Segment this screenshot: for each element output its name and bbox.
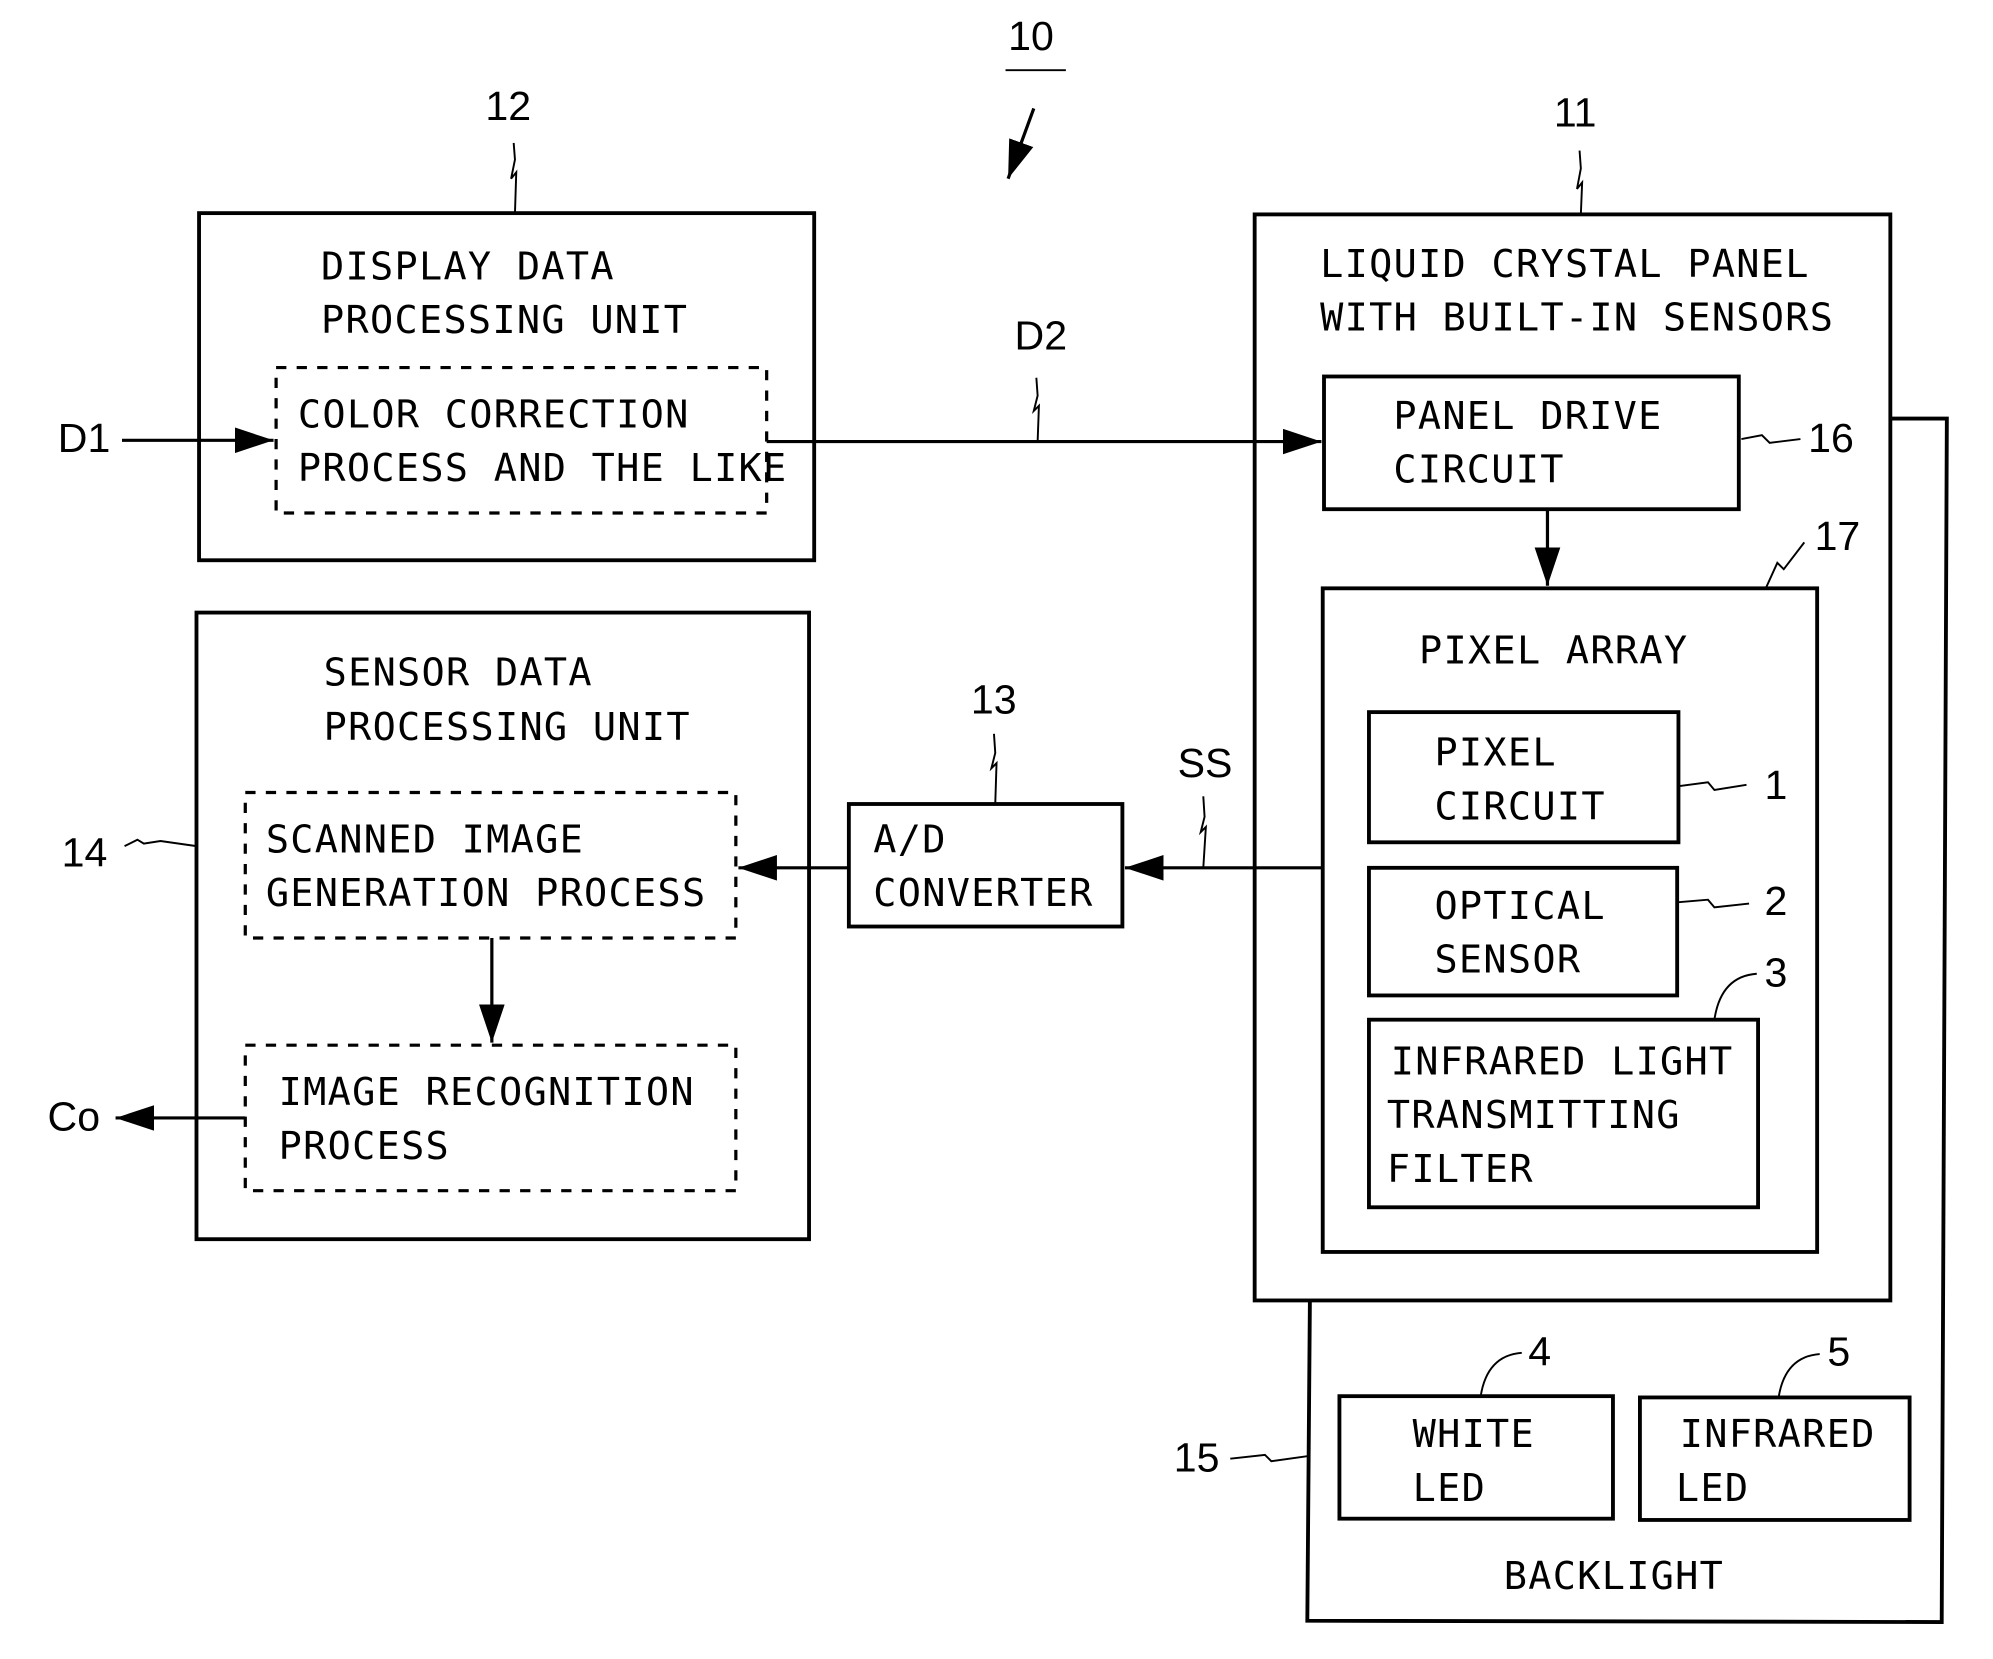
- white-led-1: WHITE: [1412, 1412, 1536, 1458]
- scanned-image-1: SCANNED IMAGE: [265, 818, 585, 863]
- ref-2: 2: [1764, 878, 1788, 924]
- panel-drive-1: PANEL DRIVE: [1393, 394, 1663, 440]
- optical-sensor-1: OPTICAL: [1434, 884, 1606, 930]
- white-led-2: LED: [1412, 1466, 1487, 1512]
- image-recognition-2: PROCESS: [278, 1124, 451, 1169]
- ir-led-1: INFRARED: [1679, 1412, 1876, 1458]
- ref-10-pointer: [1006, 107, 1036, 180]
- signal-d1: D1: [57, 414, 111, 461]
- pixel-circuit-1: PIXEL: [1434, 731, 1557, 776]
- signal-d2: D2: [1014, 312, 1068, 359]
- ref-5: 5: [1827, 1328, 1851, 1375]
- sensor-unit-title-1: SENSOR DATA: [323, 650, 593, 696]
- scanned-image-2: GENERATION PROCESS: [265, 871, 707, 917]
- ir-filter-2: TRANSMITTING: [1386, 1093, 1681, 1139]
- ref-1: 1: [1764, 761, 1788, 808]
- leader-14: [124, 838, 197, 848]
- ir-led-2: LED: [1675, 1466, 1750, 1512]
- color-correction-2: PROCESS AND THE LIKE: [297, 446, 788, 492]
- sensor-unit-title-2: PROCESSING UNIT: [323, 705, 691, 751]
- signal-ss: SS: [1177, 740, 1233, 787]
- ir-filter-1: INFRARED LIGHT: [1390, 1040, 1734, 1085]
- lcd-title-1: LIQUID CRYSTAL PANEL: [1320, 242, 1810, 288]
- lcd-title-2: WITH BUILT-IN SENSORS: [1320, 296, 1835, 341]
- ref-4: 4: [1528, 1328, 1552, 1375]
- leader-12: [510, 142, 518, 214]
- color-correction-1: COLOR CORRECTION: [297, 393, 690, 438]
- adc-label-2: CONVERTER: [873, 871, 1094, 917]
- ref-14: 14: [61, 829, 108, 876]
- ir-filter-3: FILTER: [1386, 1147, 1534, 1192]
- leader-d2: [1032, 377, 1040, 442]
- signal-co: Co: [47, 1093, 101, 1140]
- leader-ss: [1198, 796, 1207, 868]
- optical-sensor-2: SENSOR: [1434, 938, 1582, 983]
- pixel-array-title: PIXEL ARRAY: [1419, 629, 1689, 674]
- pixel-circuit-2: CIRCUIT: [1434, 784, 1606, 830]
- image-recognition-1: IMAGE RECOGNITION: [278, 1070, 695, 1116]
- ref-17: 17: [1814, 513, 1861, 559]
- display-unit-title-1: DISPLAY DATA: [321, 245, 615, 290]
- ref-3: 3: [1764, 949, 1788, 996]
- leader-13: [989, 733, 998, 805]
- ref-11: 11: [1553, 89, 1597, 136]
- ref-15: 15: [1173, 1434, 1220, 1481]
- ref-16: 16: [1808, 414, 1854, 461]
- ref-12: 12: [485, 82, 532, 129]
- ref-10: 10: [1008, 12, 1054, 59]
- panel-drive-2: CIRCUIT: [1393, 447, 1565, 493]
- backlight-title: BACKLIGHT: [1503, 1554, 1725, 1600]
- display-unit-title-2: PROCESSING UNIT: [321, 298, 689, 344]
- leader-4: [1479, 1351, 1522, 1397]
- adc-label-1: A/D: [873, 818, 947, 863]
- leader-15: [1230, 1453, 1308, 1463]
- block-diagram: 10 12 11 13 14 16 17 1 2 3 4 5 15 D1 D2 …: [0, 0, 1993, 1659]
- leader-11: [1576, 150, 1584, 215]
- ref-13: 13: [970, 676, 1017, 723]
- leader-5: [1777, 1353, 1820, 1398]
